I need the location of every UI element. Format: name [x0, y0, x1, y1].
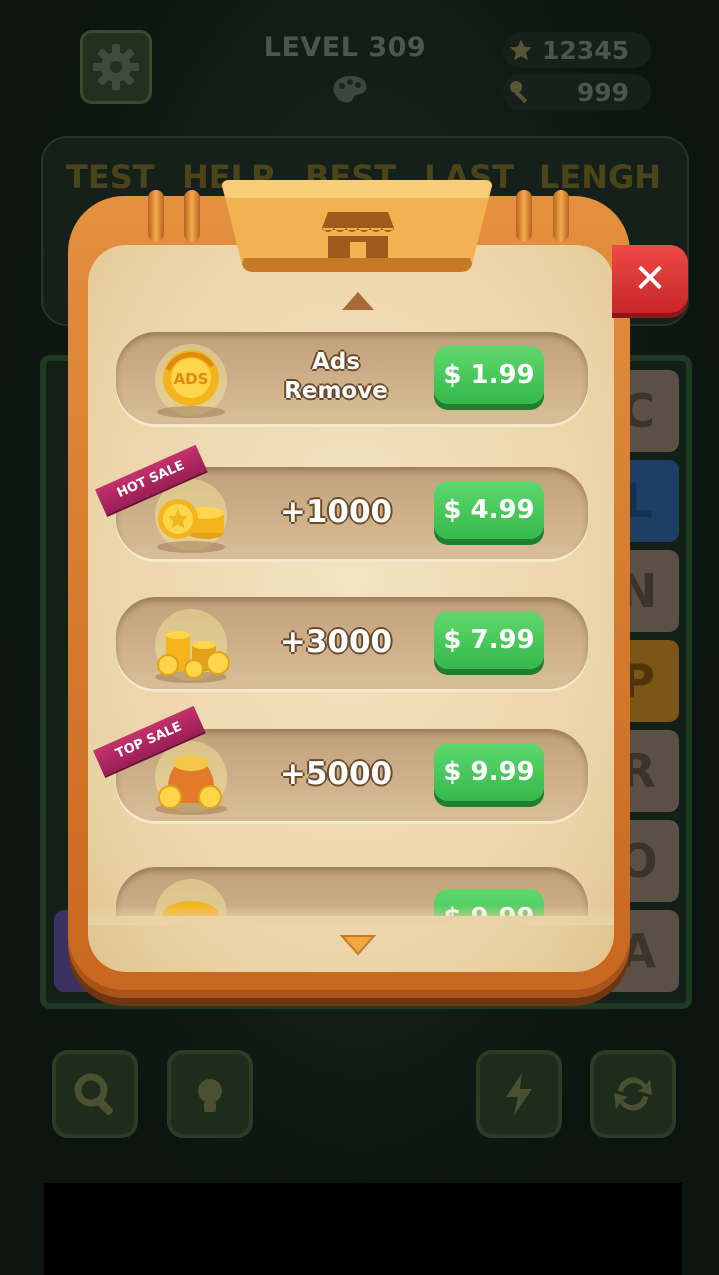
- svg-text:ADS: ADS: [174, 370, 209, 388]
- stars-counter: 12345: [503, 32, 651, 68]
- list-fade: [88, 905, 614, 925]
- close-button[interactable]: ✕: [612, 245, 688, 313]
- ads-remove-icon: ADS: [155, 344, 227, 418]
- binder-ring: [553, 190, 569, 242]
- item-label: +1000: [279, 494, 393, 530]
- buy-button[interactable]: $ 7.99: [434, 611, 544, 669]
- ad-banner-area: [44, 1183, 682, 1275]
- lightning-button[interactable]: [476, 1050, 562, 1138]
- scroll-down-icon[interactable]: [340, 932, 376, 956]
- binder-ring: [184, 190, 200, 242]
- item-label: +3000: [279, 624, 393, 660]
- binder-ring: [148, 190, 164, 242]
- shop-item-list[interactable]: ADS Ads Remove $ 1.99 +1000 $ 4.99 +3000…: [88, 320, 614, 916]
- item-label: Ads Remove: [266, 348, 406, 406]
- binder-ring: [516, 190, 532, 242]
- stars-value: 12345: [542, 35, 629, 65]
- gear-icon: [93, 44, 139, 90]
- refresh-icon: [614, 1077, 652, 1111]
- shuffle-button[interactable]: [590, 1050, 676, 1138]
- key-icon: [503, 78, 539, 106]
- lightning-icon: [506, 1073, 532, 1115]
- buy-button[interactable]: $ 1.99: [434, 346, 544, 404]
- hint-button[interactable]: [167, 1050, 253, 1138]
- search-button[interactable]: [52, 1050, 138, 1138]
- item-label-line: Ads: [312, 349, 360, 375]
- close-icon: ✕: [633, 256, 667, 302]
- search-icon: [74, 1073, 113, 1115]
- shop-item-coins-3000: +3000 $ 7.99: [116, 597, 588, 689]
- palette-icon[interactable]: [330, 74, 370, 106]
- buy-button[interactable]: $ 4.99: [434, 481, 544, 539]
- shop-item-coins-5000: +5000 $ 9.99: [116, 729, 588, 821]
- coins-stack-icon: [155, 609, 230, 683]
- shop-item-coins-1000: +1000 $ 4.99: [116, 467, 588, 559]
- item-label-line: Remove: [284, 378, 388, 404]
- keys-value: 999: [576, 77, 629, 107]
- settings-button[interactable]: [80, 30, 152, 104]
- item-label: +5000: [279, 756, 393, 792]
- shop-item-ads-remove: ADS Ads Remove $ 1.99: [116, 332, 588, 424]
- lightbulb-icon: [198, 1079, 222, 1112]
- keys-counter: 999: [503, 74, 651, 110]
- scroll-up-icon[interactable]: [340, 290, 376, 314]
- word-item: TEST: [66, 158, 155, 196]
- level-title: LEVEL 309: [263, 32, 427, 63]
- star-icon: [503, 37, 539, 63]
- shop-header-tab: [222, 180, 492, 272]
- buy-button[interactable]: $ 9.99: [434, 743, 544, 801]
